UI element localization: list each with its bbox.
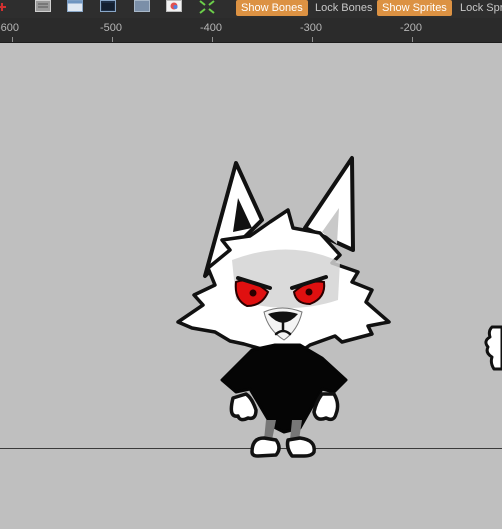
wolf-character-sprite[interactable] xyxy=(0,43,502,529)
ruler-tick xyxy=(12,37,13,42)
window-icon[interactable] xyxy=(100,0,116,18)
ruler-tick xyxy=(312,37,313,42)
color-wheel-icon[interactable] xyxy=(166,0,182,18)
ruler-label: -500 xyxy=(100,22,123,34)
fit-view-icon[interactable] xyxy=(199,0,215,18)
ruler-label: -600 xyxy=(0,22,20,34)
show-bones-button[interactable]: Show Bones xyxy=(236,0,308,16)
partial-character-sprite[interactable] xyxy=(482,323,502,373)
ruler-label: -400 xyxy=(200,22,223,34)
properties-panel-icon[interactable] xyxy=(35,0,51,18)
show-sprites-button[interactable]: Show Sprites xyxy=(377,0,452,16)
lock-bones-button[interactable]: Lock Bones xyxy=(310,0,377,16)
ruler-label: -300 xyxy=(300,22,323,34)
ruler-tick xyxy=(212,37,213,42)
layer-dark-icon[interactable] xyxy=(134,0,150,18)
editor-toolbar: Show Bones Lock Bones Show Sprites Lock … xyxy=(0,0,502,18)
horizontal-ruler[interactable]: -600 -500 -400 -300 -200 xyxy=(0,18,502,43)
bone-add-icon[interactable] xyxy=(0,0,8,18)
window-icon[interactable] xyxy=(67,0,83,18)
ruler-tick xyxy=(412,37,413,42)
ruler-tick xyxy=(112,37,113,42)
lock-sprites-button[interactable]: Lock Spr xyxy=(455,0,502,16)
canvas-viewport[interactable] xyxy=(0,43,502,529)
ruler-label: -200 xyxy=(400,22,423,34)
